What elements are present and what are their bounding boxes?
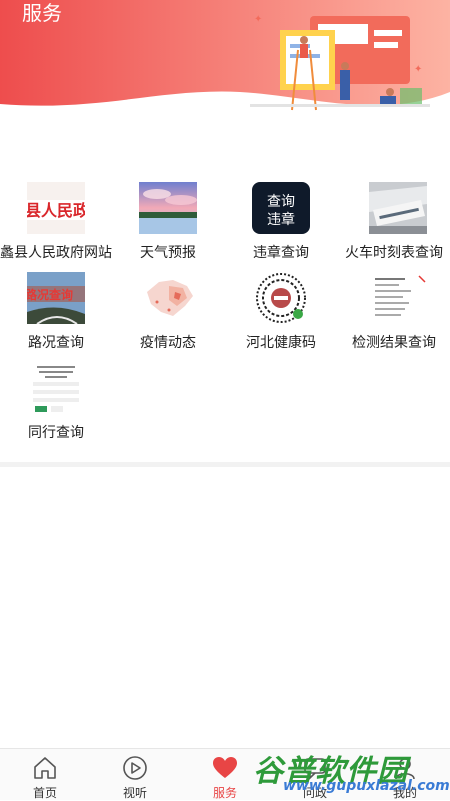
health-qr-icon [252, 272, 310, 324]
government-site-icon: 县人民政 [27, 182, 85, 234]
svg-text:违章: 违章 [267, 211, 295, 228]
tab-label: 首页 [0, 784, 90, 801]
test-result-icon [369, 272, 427, 324]
tab-label: 视听 [90, 784, 180, 801]
weather-icon [139, 182, 197, 234]
service-item-train[interactable]: 火车时刻表查询 [338, 176, 450, 264]
service-label: 火车时刻表查询 [318, 244, 450, 262]
heart-icon [212, 755, 238, 781]
road-condition-icon: 路况查询 [27, 272, 85, 324]
traffic-violation-icon: 查询 违章 [252, 182, 310, 234]
watermark-url: www.gupuxlazal.com [283, 778, 450, 794]
service-label: 检测结果查询 [318, 334, 450, 352]
svg-text:✦: ✦ [414, 64, 422, 75]
home-icon [32, 755, 58, 781]
svg-text:路况查询: 路况查询 [27, 287, 73, 302]
site-watermark: 谷普软件园 www.gupuxlazal.com [245, 742, 450, 800]
svg-text:✦: ✦ [254, 14, 262, 25]
svg-text:县人民政: 县人民政 [27, 201, 85, 220]
page-title: 服务 [22, 0, 62, 26]
service-label: 同行查询 [0, 424, 132, 442]
train-icon [369, 182, 427, 234]
epidemic-map-icon [139, 272, 197, 324]
tab-audio-video[interactable]: 视听 [90, 749, 180, 801]
header-banner: 服务 ✦ ✦ [0, 0, 450, 125]
service-item-companion-query[interactable]: 同行查询 [0, 356, 112, 444]
svg-text:查询: 查询 [267, 194, 295, 210]
section-divider [0, 462, 450, 467]
tab-home[interactable]: 首页 [0, 749, 90, 801]
play-icon [122, 755, 148, 781]
service-item-test-result[interactable]: 检测结果查询 [338, 266, 450, 354]
service-illustration: ✦ ✦ [240, 10, 440, 115]
companion-query-icon [27, 362, 85, 414]
